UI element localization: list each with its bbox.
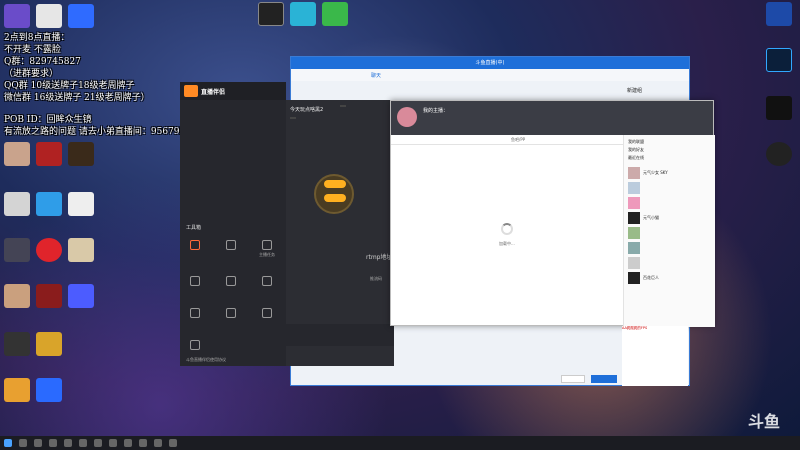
taskbar-icon[interactable]: [94, 439, 102, 447]
live-companion-app: 直播伴侣 工具箱 主播任务 斗鱼直播伴侣使用协议: [180, 82, 286, 366]
tool-item[interactable]: [184, 240, 206, 252]
menu-item[interactable]: 聊天: [371, 72, 381, 79]
start-badge[interactable]: [324, 180, 346, 188]
desktop-icon[interactable]: [4, 332, 30, 356]
menu-bar: 聊天: [291, 69, 689, 81]
taskbar-icon[interactable]: [139, 439, 147, 447]
contact-sidebar: 我的联盟 我的好友 最近在线 元气少女 SKY 元气小猫 百花巨人: [623, 135, 715, 327]
tag[interactable]: [290, 117, 296, 119]
window-title: 斗鱼直播(中): [291, 57, 689, 69]
desktop-icon[interactable]: [4, 284, 30, 308]
room-title: 今天玩点啥黑2: [290, 107, 324, 113]
contact-item[interactable]: [628, 240, 711, 255]
obs-icon[interactable]: [766, 142, 792, 166]
rtmp-sub: 推流码: [370, 276, 382, 281]
taskbar-icon[interactable]: [154, 439, 162, 447]
contact-item[interactable]: [628, 180, 711, 195]
taskbar-icon[interactable]: [34, 439, 42, 447]
douyu-watermark: 斗鱼: [748, 412, 781, 431]
audio-app-icon[interactable]: [766, 2, 792, 26]
desktop-icon[interactable]: [68, 284, 94, 308]
taskbar-icon[interactable]: [109, 439, 117, 447]
taskbar-icon[interactable]: [169, 439, 177, 447]
desktop-icon[interactable]: [68, 238, 94, 262]
contact-item[interactable]: [628, 255, 711, 270]
stream-preview-panel: 今天玩点啥黑2 rtmp地址 推流码: [284, 100, 394, 366]
tool-item[interactable]: [220, 276, 242, 288]
shortcut-icon[interactable]: [258, 2, 284, 26]
confirm-button[interactable]: [591, 375, 617, 383]
avatar: [397, 107, 417, 127]
desktop-icon[interactable]: [68, 192, 94, 216]
start-icon[interactable]: [4, 439, 12, 447]
desktop-icon[interactable]: [36, 192, 62, 216]
taskbar-icon[interactable]: [49, 439, 57, 447]
photoshop-icon[interactable]: [766, 48, 792, 72]
contact-item[interactable]: 元气少女 SKY: [628, 165, 711, 180]
desktop-icon[interactable]: [36, 4, 62, 28]
capcut-icon[interactable]: [766, 96, 792, 120]
tool-item[interactable]: [256, 308, 278, 320]
loading-text: 加载中...: [499, 241, 515, 246]
shortcut-icon[interactable]: [290, 2, 316, 26]
overlay-line: 有流放之路的问题 请去小弟直播间：9567921: [4, 127, 191, 137]
side-group[interactable]: 最近在线: [628, 155, 711, 165]
chat-window: 我的主播： 鱼吧/PP 加载中... 我的联盟 我的好友 最近在线 元气少女 S…: [390, 100, 715, 327]
tool-item[interactable]: [220, 308, 242, 320]
desktop-icon[interactable]: [4, 378, 30, 402]
start-badge[interactable]: [324, 194, 346, 202]
contact-item[interactable]: 元气小猫: [628, 210, 711, 225]
tool-item[interactable]: [184, 276, 206, 288]
shortcut-icon[interactable]: [322, 2, 348, 26]
tool-item[interactable]: 主播任务: [256, 240, 278, 258]
taskbar-icon[interactable]: [79, 439, 87, 447]
desktop-icon[interactable]: [36, 378, 62, 402]
taskbar-icon[interactable]: [19, 439, 27, 447]
netease-music-icon[interactable]: [36, 238, 62, 262]
taskbar-icon[interactable]: [64, 439, 72, 447]
app-logo-icon: [184, 85, 198, 97]
tool-item[interactable]: [184, 308, 206, 320]
contact-item[interactable]: 百花巨人: [628, 270, 711, 285]
tool-item[interactable]: [256, 276, 278, 288]
feed-line: [622, 374, 688, 380]
side-group[interactable]: 我的好友: [628, 147, 711, 155]
side-title: 新建组: [627, 88, 643, 94]
tool-item[interactable]: [220, 240, 242, 252]
desktop-icon[interactable]: [4, 4, 30, 28]
desktop-icon[interactable]: [4, 142, 30, 166]
taskbar-icon[interactable]: [124, 439, 132, 447]
tab[interactable]: 鱼吧/PP: [511, 137, 525, 143]
rtmp-label: rtmp地址: [366, 254, 393, 261]
desktop-icon[interactable]: [4, 238, 30, 262]
tag[interactable]: [340, 105, 346, 107]
desktop-icon[interactable]: [36, 332, 62, 356]
desktop-icon[interactable]: [68, 142, 94, 166]
loading-spinner-icon: [501, 223, 513, 235]
app-name: 直播伴侣: [201, 88, 226, 96]
desktop-icon[interactable]: [36, 284, 62, 308]
contact-item[interactable]: [628, 225, 711, 240]
overlay-line: 微信群 16级送牌子 21级老周牌子）: [4, 93, 150, 103]
cancel-button[interactable]: [561, 375, 585, 383]
app-footer[interactable]: 斗鱼直播伴侣使用协议: [186, 357, 226, 363]
tool-item[interactable]: [184, 340, 206, 352]
tools-header: 工具箱: [186, 225, 202, 231]
desktop-icon[interactable]: [36, 142, 62, 166]
bottom-toolbar: [284, 324, 394, 346]
side-group[interactable]: 我的联盟: [628, 139, 711, 147]
danmaku-feed: AA爬爬爬的FPS: [622, 326, 688, 386]
taskbar: [0, 436, 800, 450]
contact-item[interactable]: [628, 195, 711, 210]
desktop-icon[interactable]: [4, 192, 30, 216]
chat-header: 我的主播：: [391, 101, 713, 135]
app-header: 直播伴侣: [180, 82, 286, 100]
feishu-icon[interactable]: [68, 4, 94, 28]
contact-name: 我的主播：: [423, 108, 449, 114]
